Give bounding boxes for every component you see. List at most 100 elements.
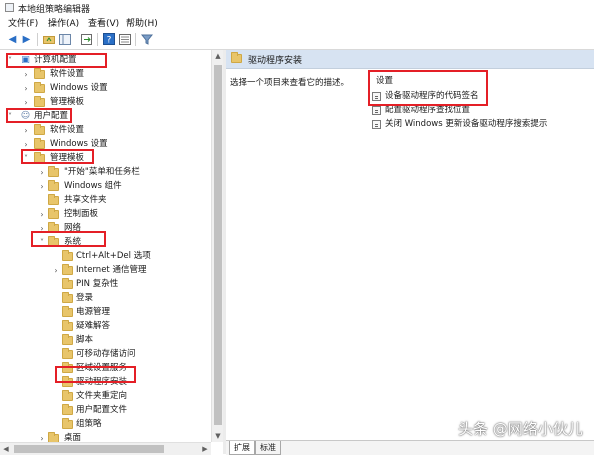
folder-icon xyxy=(34,124,45,135)
column-header-settings[interactable]: 设置 xyxy=(376,74,393,86)
tree-label: 系统 xyxy=(64,237,82,247)
tree-node-uc-windows[interactable]: › Windows 设置 xyxy=(0,138,210,151)
back-arrow-icon[interactable]: ◀ xyxy=(6,33,19,45)
folder-icon xyxy=(48,180,59,191)
chevron-right-icon[interactable]: › xyxy=(38,222,46,235)
folder-icon xyxy=(48,208,59,219)
tree-label: 可移动存储访问 xyxy=(76,349,136,359)
chevron-right-icon[interactable]: › xyxy=(22,82,30,95)
chevron-right-icon[interactable]: › xyxy=(52,264,60,277)
tree-label: 登录 xyxy=(76,293,94,303)
user-icon: ☺ xyxy=(20,111,31,121)
tree-node-cc-admin[interactable]: › 管理模板 xyxy=(0,96,210,109)
tree-horizontal-scrollbar[interactable]: ◀ ▶ xyxy=(0,442,211,455)
tree-node-user-profiles[interactable]: 用户配置文件 xyxy=(0,404,210,417)
tree-label: 管理模板 xyxy=(50,153,85,163)
window-title: 本地组策略编辑器 xyxy=(18,5,91,15)
show-hide-tree-icon[interactable] xyxy=(58,33,71,45)
chevron-right-icon[interactable]: › xyxy=(22,124,30,137)
chevron-right-icon[interactable]: › xyxy=(22,96,30,109)
tree-node-internet-comm[interactable]: › Internet 通信管理 xyxy=(0,264,210,277)
policy-setting-icon xyxy=(372,92,381,101)
tree-node-power-mgmt[interactable]: 电源管理 xyxy=(0,306,210,319)
tree-node-windows-components[interactable]: › Windows 组件 xyxy=(0,180,210,193)
folder-icon xyxy=(34,68,45,79)
tree-node-cc-windows[interactable]: › Windows 设置 xyxy=(0,82,210,95)
menu-file[interactable]: 文件(F) xyxy=(6,16,40,29)
policy-setting-icon xyxy=(372,106,381,115)
policy-label: 关闭 Windows 更新设备驱动程序搜索提示 xyxy=(385,119,548,129)
tree-node-troubleshooting[interactable]: 疑难解答 xyxy=(0,320,210,333)
tree-node-folder-redirection[interactable]: 文件夹重定向 xyxy=(0,390,210,403)
tree-node-uc-software[interactable]: › 软件设置 xyxy=(0,124,210,137)
tree-label: 软件设置 xyxy=(50,125,85,135)
chevron-right-icon[interactable]: › xyxy=(22,138,30,151)
tree-node-system[interactable]: ˅ 系统 xyxy=(0,236,210,249)
folder-icon xyxy=(48,166,59,177)
tree-node-removable-storage[interactable]: 可移动存储访问 xyxy=(0,348,210,361)
tree-label: 管理模板 xyxy=(50,97,85,107)
tree-node-uc-admin[interactable]: ˅ 管理模板 xyxy=(0,152,210,165)
menu-bar: 文件(F) 操作(A) 查看(V) 帮助(H) xyxy=(0,15,594,30)
chevron-right-icon[interactable]: › xyxy=(22,68,30,81)
tree-node-ctrl-alt-del[interactable]: Ctrl+Alt+Del 选项 xyxy=(0,250,210,263)
tree-node-pin-complexity[interactable]: PIN 复杂性 xyxy=(0,278,210,291)
folder-icon xyxy=(62,292,73,303)
folder-icon xyxy=(62,278,73,289)
folder-icon xyxy=(34,152,45,163)
scroll-thumb[interactable] xyxy=(214,65,222,425)
tree-label: 文件夹重定向 xyxy=(76,391,128,401)
tree-label: 控制面板 xyxy=(64,209,99,219)
tree-label: 脚本 xyxy=(76,335,94,345)
menu-help[interactable]: 帮助(H) xyxy=(124,16,160,29)
help-icon[interactable]: ? xyxy=(102,33,115,45)
export-list-icon[interactable] xyxy=(80,33,93,45)
filter-icon[interactable] xyxy=(140,33,153,45)
svg-text:?: ? xyxy=(106,36,111,46)
tree-node-group-policy[interactable]: 组策略 xyxy=(0,418,210,431)
tree-node-cc-software[interactable]: › 软件设置 xyxy=(0,68,210,81)
policy-label: 设备驱动程序的代码签名 xyxy=(385,91,479,101)
chevron-right-icon[interactable]: › xyxy=(38,180,46,193)
tree-node-start-menu[interactable]: › "开始"菜单和任务栏 xyxy=(0,166,210,179)
policy-label: 配置驱动程序查找位置 xyxy=(385,105,471,115)
tree-node-locale-services[interactable]: 区域设置服务 xyxy=(0,362,210,375)
menu-action[interactable]: 操作(A) xyxy=(46,16,81,29)
details-header: 驱动程序安装 xyxy=(226,50,594,69)
folder-icon xyxy=(62,418,73,429)
toolbar: ◀ ▶ ? xyxy=(0,30,594,50)
folder-icon xyxy=(62,264,73,275)
tree-node-scripts[interactable]: 脚本 xyxy=(0,334,210,347)
folder-icon xyxy=(62,306,73,317)
chevron-right-icon[interactable]: › xyxy=(38,166,46,179)
scroll-thumb[interactable] xyxy=(14,445,164,453)
tree-pane[interactable]: ˅ ▣ 计算机配置 › 软件设置 › Windows 设置 › 管理模板 ˅ ☺… xyxy=(0,50,223,457)
watermark-text: 头条 @网络小伙儿 xyxy=(458,420,583,438)
tab-standard[interactable]: 标准 xyxy=(255,441,281,455)
tree-node-shared-folders[interactable]: 共享文件夹 xyxy=(0,194,210,207)
tree-node-logon[interactable]: 登录 xyxy=(0,292,210,305)
chevron-down-icon[interactable]: ˅ xyxy=(6,110,14,123)
scroll-right-icon[interactable]: ▶ xyxy=(199,443,211,455)
tree-label: 区域设置服务 xyxy=(76,363,128,373)
chevron-down-icon[interactable]: ˅ xyxy=(38,236,46,249)
folder-icon xyxy=(62,334,73,345)
chevron-down-icon[interactable]: ˅ xyxy=(6,54,14,67)
tree-label: 共享文件夹 xyxy=(64,195,107,205)
tree-label: 软件设置 xyxy=(50,69,85,79)
tree-node-network[interactable]: › 网络 xyxy=(0,222,210,235)
tree-node-computer-config[interactable]: ˅ ▣ 计算机配置 xyxy=(0,54,210,67)
scroll-left-icon[interactable]: ◀ xyxy=(0,443,12,455)
tree-label: PIN 复杂性 xyxy=(76,279,119,289)
forward-arrow-icon[interactable]: ▶ xyxy=(20,33,33,45)
chevron-down-icon[interactable]: ˅ xyxy=(22,152,30,165)
up-folder-icon[interactable] xyxy=(42,33,55,45)
tree-node-control-panel[interactable]: › 控制面板 xyxy=(0,208,210,221)
properties-icon[interactable] xyxy=(118,33,131,45)
tree-node-user-config[interactable]: ˅ ☺ 用户配置 xyxy=(0,110,210,123)
chevron-right-icon[interactable]: › xyxy=(38,208,46,221)
tree-node-driver-install[interactable]: 驱动程序安装 xyxy=(0,376,210,389)
menu-view[interactable]: 查看(V) xyxy=(86,16,121,29)
tab-extended[interactable]: 扩展 xyxy=(229,441,255,455)
tree-label: Windows 设置 xyxy=(50,83,108,93)
